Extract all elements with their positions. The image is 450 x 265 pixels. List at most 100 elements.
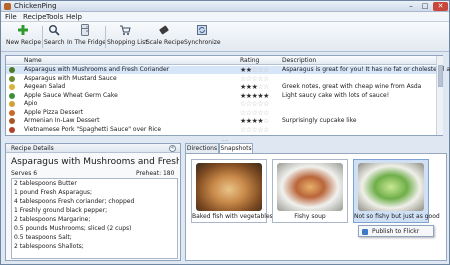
recipe-details-header: Recipe Details « [6, 144, 180, 153]
synchronize-label: Synchronize [184, 39, 221, 46]
recipe-row[interactable]: Asparagus with Mustard Sauce ☆☆☆☆☆ [6, 75, 436, 83]
menu-recipe[interactable]: Recipe [23, 13, 46, 21]
recipe-list-scrollbar[interactable] [436, 56, 443, 135]
scale-recipe-label: Scale Recipe [146, 39, 185, 46]
window-title: ChickenPing [14, 2, 57, 10]
sync-icon [197, 25, 207, 35]
recipe-row[interactable]: Apple Sauce Wheat Germ Cake ★★★★★ Light sa… [6, 92, 436, 100]
snapshot-thumbnail[interactable]: Fishy soup [272, 159, 348, 223]
ingredient-item: 2 tablespoons Shallots; [14, 243, 84, 250]
rating-stars[interactable]: ☆☆☆☆☆ [240, 109, 269, 117]
splitter-handle[interactable]: ..... [217, 137, 233, 142]
search-label: Search [44, 39, 65, 46]
recipe-name-cell: Armenian In-Law Dessert [24, 117, 100, 124]
context-menu: Publish to Flickr [358, 225, 434, 237]
recipe-row[interactable]: Asparagus with Mushrooms and Fresh Coria… [6, 66, 450, 74]
snapshot-thumbnail[interactable]: Baked fish with vegetables [191, 159, 273, 223]
menu-help[interactable]: Help [66, 13, 82, 21]
recipe-details-title: Recipe Details [11, 145, 54, 152]
snapshot-image [358, 163, 424, 211]
recipe-icon [9, 67, 15, 73]
toolbar: New Recipe Search In The Fridge Shopping… [1, 22, 449, 52]
column-rating[interactable]: Rating [240, 57, 259, 64]
recipe-name-cell: Vietnamese Pork "Spaghetti Sauce" over R… [24, 125, 162, 133]
title-bar: ChickenPing – □ ✕ [1, 1, 449, 12]
snapshot-caption: Fishy soup [294, 213, 326, 220]
new-recipe-button[interactable]: New Recipe [6, 24, 42, 51]
column-description[interactable]: Description [282, 57, 316, 64]
snapshot-image [196, 163, 262, 211]
minimize-button[interactable]: – [405, 2, 417, 11]
serves-text: Serves 6 [11, 170, 38, 177]
recipe-name-cell: Asparagus with Mustard Sauce [24, 74, 117, 82]
recipe-row[interactable]: Apio ☆☆☆☆☆ [6, 100, 436, 108]
menu-tools[interactable]: Tools [46, 13, 63, 21]
cart-icon [120, 25, 131, 35]
recipe-row[interactable]: Apple Pizza Dessert ☆☆☆☆☆ [6, 109, 436, 117]
ingredient-item: 0.5 pounds Mushrooms; sliced (2 cups) [14, 225, 132, 232]
search-icon [49, 25, 60, 36]
in-the-fridge-label: In The Fridge [67, 39, 107, 46]
recipe-row[interactable]: Armenian In-Law Dessert ★★★★☆ Surprisingly… [6, 117, 436, 125]
close-button[interactable]: ✕ [433, 2, 448, 11]
ingredient-item: 2 tablespoons Margarine; [14, 216, 91, 223]
toolbar-separator [105, 26, 106, 48]
rating-stars[interactable]: ★★☆☆☆ [240, 66, 269, 74]
recipe-icon [9, 84, 15, 90]
recipe-tabs: Directions Snapshots Baked fish with veg… [185, 143, 447, 261]
recipe-list: Name Rating Description Asparagus with M… [5, 55, 450, 136]
shopping-list-label: Shopping List [107, 39, 148, 46]
ingredient-item: 0.5 teaspoons Salt; [14, 234, 72, 241]
recipe-name-cell: Aegean Salad [24, 83, 66, 90]
column-name[interactable]: Name [24, 57, 42, 64]
recipe-name-cell: Apple Sauce Wheat Germ Cake [24, 91, 118, 99]
scale-icon [159, 25, 169, 35]
menu-file[interactable]: File [5, 13, 17, 21]
search-button[interactable]: Search [44, 24, 65, 51]
recipe-description-cell: Light saucy cake with lots of sauce! [282, 91, 390, 99]
rating-stars[interactable]: ☆☆☆☆☆ [240, 100, 269, 108]
recipe-details-panel: Recipe Details « Asparagus with Mushroom… [5, 143, 181, 261]
collapse-button[interactable]: « [169, 145, 176, 152]
recipe-icon [9, 101, 15, 107]
recipe-description-cell: Asparagus is great for you! It has no fa… [282, 66, 450, 73]
rating-stars[interactable]: ★★★☆☆ [240, 83, 269, 91]
ingredient-item: 4 tablespoons Fresh coriander; chopped [14, 198, 135, 205]
ingredient-item: 2 tablespoons Butter [14, 180, 77, 187]
snapshot-image [277, 163, 343, 211]
shopping-list-button[interactable]: Shopping List [107, 24, 148, 51]
rating-stars[interactable]: ☆☆☆☆☆ [240, 126, 269, 134]
rating-stars[interactable]: ☆☆☆☆☆ [240, 75, 269, 83]
toolbar-separator [42, 26, 43, 48]
flickr-icon [362, 229, 368, 235]
snapshots-panel: Baked fish with vegetables Fishy soup No… [185, 153, 447, 261]
snapshot-thumbnail-selected[interactable]: Not so fishy but just as good [353, 159, 440, 223]
app-icon [4, 3, 11, 10]
ingredient-item: 1 Freshly ground black pepper; [14, 207, 108, 214]
app-window: ChickenPing – □ ✕ File Recipe Tools Help… [0, 0, 450, 265]
recipe-icon [9, 109, 15, 116]
recipe-icon [9, 75, 15, 82]
maximize-button[interactable]: □ [419, 2, 431, 11]
recipe-description-cell: Greek notes, great with cheap wine from … [282, 83, 422, 90]
synchronize-button[interactable]: Synchronize [184, 24, 221, 51]
rating-stars[interactable]: ★★★★★ [240, 92, 269, 100]
recipe-icon [9, 118, 15, 124]
in-the-fridge-button[interactable]: In The Fridge [67, 24, 107, 51]
scrollbar-thumb[interactable] [438, 65, 443, 87]
rating-stars[interactable]: ★★★★☆ [240, 117, 269, 125]
menu-bar: File Recipe Tools Help [1, 12, 449, 22]
new-recipe-label: New Recipe [6, 39, 42, 46]
recipe-list-header: Name Rating Description [6, 56, 436, 65]
scale-recipe-button[interactable]: Scale Recipe [146, 24, 185, 51]
recipe-name-cell: Asparagus with Mushrooms and Fresh Coria… [24, 66, 170, 73]
ingredients-list: 2 tablespoons Butter 1 pound Fresh Aspar… [11, 178, 178, 259]
publish-to-flickr-item[interactable]: Publish to Flickr [372, 228, 419, 235]
recipe-row[interactable]: Aegean Salad ★★★☆☆ Greek notes, great with… [6, 83, 436, 91]
ingredient-item: 1 pound Fresh Asparagus; [14, 189, 93, 196]
recipe-icon [9, 92, 15, 99]
recipe-name: Asparagus with Mushrooms and Fresh Coria… [11, 157, 179, 167]
snapshot-caption: Baked fish with vegetables [192, 213, 273, 220]
tab-directions[interactable]: Directions [185, 143, 219, 153]
recipe-row[interactable]: Vietnamese Pork "Spaghetti Sauce" over R… [6, 126, 436, 134]
